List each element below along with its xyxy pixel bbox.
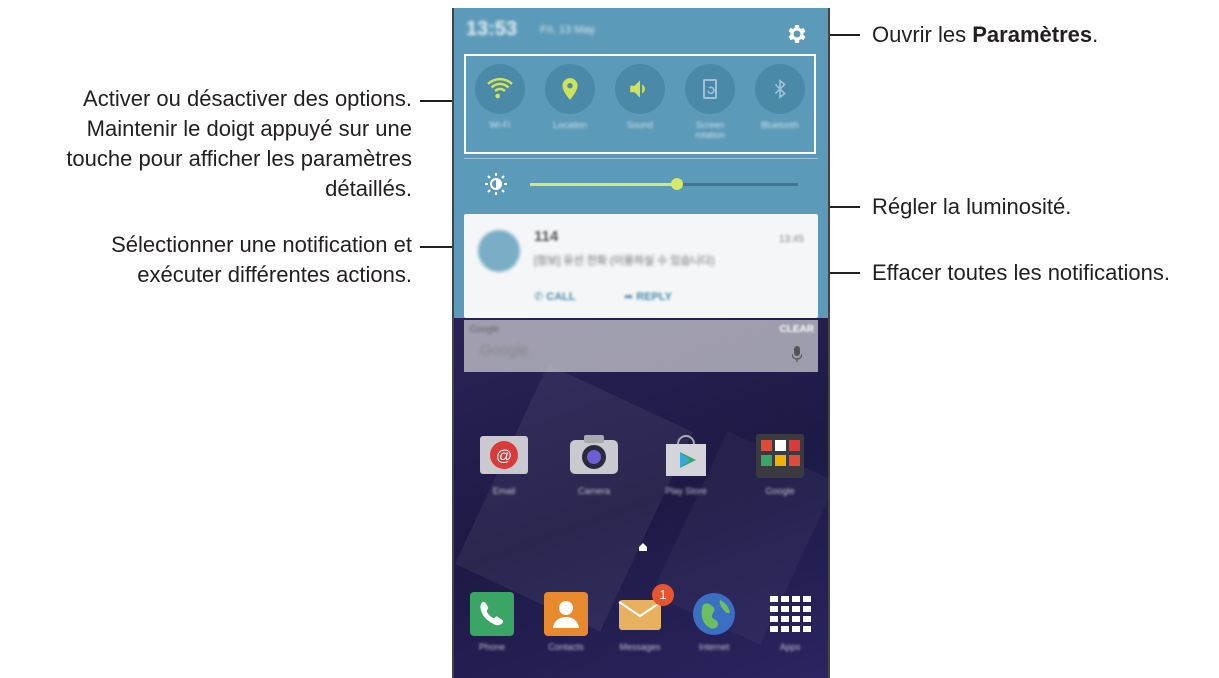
app-label-google: Google bbox=[765, 486, 795, 496]
reply-icon: ➦ bbox=[624, 291, 637, 303]
toggle-location-label: Location bbox=[552, 120, 588, 130]
notification-panel: 13:53 Fri, 13 May Wi-Fi Location Sound S… bbox=[454, 8, 828, 318]
app-label-play-store: Play Store bbox=[665, 486, 707, 496]
svg-text:@: @ bbox=[496, 448, 512, 465]
toggle-screen-rotation-label: Screen rotation bbox=[694, 120, 726, 140]
toggle-location[interactable]: Location bbox=[542, 64, 598, 130]
notification-callout-line1: Sélectionner une notification et bbox=[111, 232, 412, 257]
dock-label-messages: Messages bbox=[619, 642, 661, 652]
dock-label-contacts: Contacts bbox=[548, 642, 584, 652]
status-time: 13:53 bbox=[466, 18, 518, 40]
notification-callout-line2: exécuter différentes actions. bbox=[137, 262, 412, 287]
camera-icon-graphic bbox=[570, 435, 618, 474]
toggle-sound-label: Sound bbox=[626, 120, 654, 130]
toggles-callout-line3: touche pour afficher les paramètres bbox=[66, 146, 412, 171]
google-search-widget[interactable]: Google Google CLEAR bbox=[464, 320, 818, 372]
toggles-callout-line1: Activer ou désactiver des options. bbox=[83, 86, 412, 111]
toggle-sound[interactable]: Sound bbox=[612, 64, 668, 130]
apps-grid-icon[interactable] bbox=[766, 590, 814, 638]
app-label-camera: Camera bbox=[577, 486, 610, 496]
toggle-bluetooth-label: Bluetooth bbox=[760, 120, 800, 130]
phone-icon-graphic bbox=[470, 592, 514, 636]
apps-grid-icon-graphic bbox=[770, 596, 811, 632]
home-page-indicator-icon bbox=[639, 543, 647, 551]
contacts-icon-graphic bbox=[544, 592, 588, 636]
location-icon bbox=[562, 78, 578, 100]
toggle-bluetooth-button[interactable] bbox=[755, 64, 805, 114]
contacts-icon[interactable] bbox=[542, 590, 590, 638]
clear-callout: Effacer toutes les notifications. bbox=[872, 260, 1170, 285]
notification-reply-button[interactable]: ➦ REPLY bbox=[624, 290, 672, 303]
dock-label-internet: Internet bbox=[698, 642, 730, 652]
toggle-screen-rotation-button[interactable] bbox=[685, 64, 735, 114]
search-widget-label: Google bbox=[470, 324, 500, 334]
notification-call-label: CALL bbox=[546, 291, 576, 303]
notification-reply-label: REPLY bbox=[636, 291, 672, 303]
toggle-bluetooth[interactable]: Bluetooth bbox=[752, 64, 808, 130]
panel-divider bbox=[464, 158, 818, 159]
toggle-sound-button[interactable] bbox=[615, 64, 665, 114]
mic-icon[interactable] bbox=[792, 346, 802, 362]
notification-card[interactable]: 114 13:45 [정보] 유선 전화 (이용하실 수 있습니다) ✆ CAL… bbox=[464, 214, 818, 318]
dock-label-apps: Apps bbox=[779, 642, 801, 652]
settings-callout-prefix: Ouvrir les bbox=[872, 22, 973, 47]
screen-rotation-icon bbox=[703, 79, 717, 99]
settings-callout-suffix: . bbox=[1092, 22, 1099, 47]
phone-icon[interactable] bbox=[468, 590, 516, 638]
brightness-callout: Régler la luminosité. bbox=[872, 194, 1072, 219]
notification-call-button[interactable]: ✆ CALL bbox=[534, 290, 576, 303]
messages-badge: 1 bbox=[652, 584, 674, 606]
internet-icon-graphic bbox=[693, 593, 735, 635]
brightness-slider-thumb[interactable] bbox=[671, 178, 684, 190]
internet-icon[interactable] bbox=[690, 590, 738, 638]
settings-callout: Ouvrir les Paramètres. bbox=[872, 20, 1098, 50]
clear-all-button[interactable]: CLEAR bbox=[780, 324, 814, 335]
toggle-wifi-button[interactable] bbox=[475, 64, 525, 114]
brightness-slider-fill bbox=[530, 183, 678, 186]
brightness-icon bbox=[485, 173, 507, 195]
app-label-email: Email bbox=[492, 486, 516, 496]
quick-settings-toggles: Wi-Fi Location Sound Screen rotation Blu… bbox=[464, 54, 816, 154]
camera-icon[interactable] bbox=[566, 428, 622, 484]
notification-title: 114 bbox=[534, 228, 559, 245]
notification-text: [정보] 유선 전화 (이용하실 수 있습니다) bbox=[534, 255, 715, 267]
notification-time: 13:45 bbox=[778, 234, 804, 245]
email-icon-graphic: @ bbox=[480, 436, 528, 474]
notification-callout: Sélectionner une notification et exécute… bbox=[0, 230, 412, 290]
settings-callout-bold: Paramètres bbox=[972, 22, 1093, 47]
toggle-wifi[interactable]: Wi-Fi bbox=[472, 64, 528, 130]
toggle-location-button[interactable] bbox=[545, 64, 595, 114]
play-store-icon-graphic bbox=[666, 435, 706, 476]
toggles-callout: Activer ou désactiver des options. Maint… bbox=[0, 84, 412, 204]
wifi-icon bbox=[487, 77, 513, 99]
toggles-callout-line2: Maintenir le doigt appuyé sur une bbox=[86, 116, 412, 141]
call-icon: ✆ bbox=[534, 291, 547, 303]
toggles-callout-line4: détaillés. bbox=[325, 176, 412, 201]
bluetooth-icon bbox=[774, 79, 786, 99]
toggle-screen-rotation[interactable]: Screen rotation bbox=[682, 64, 738, 140]
phone-screen: 13:53 Fri, 13 May Wi-Fi Location Sound S… bbox=[452, 8, 830, 678]
email-icon[interactable]: @ bbox=[476, 428, 532, 484]
play-store-icon[interactable] bbox=[658, 428, 714, 484]
toggle-wifi-label: Wi-Fi bbox=[489, 120, 511, 130]
sound-icon bbox=[630, 80, 645, 98]
dock-label-phone: Phone bbox=[478, 642, 506, 652]
google-folder-icon-graphic bbox=[756, 434, 804, 478]
google-folder-icon[interactable] bbox=[752, 428, 808, 484]
status-date: Fri, 13 May bbox=[540, 24, 596, 36]
search-widget-placeholder: Google bbox=[480, 342, 529, 359]
notification-avatar bbox=[478, 230, 520, 272]
settings-gear-icon[interactable] bbox=[784, 22, 808, 46]
